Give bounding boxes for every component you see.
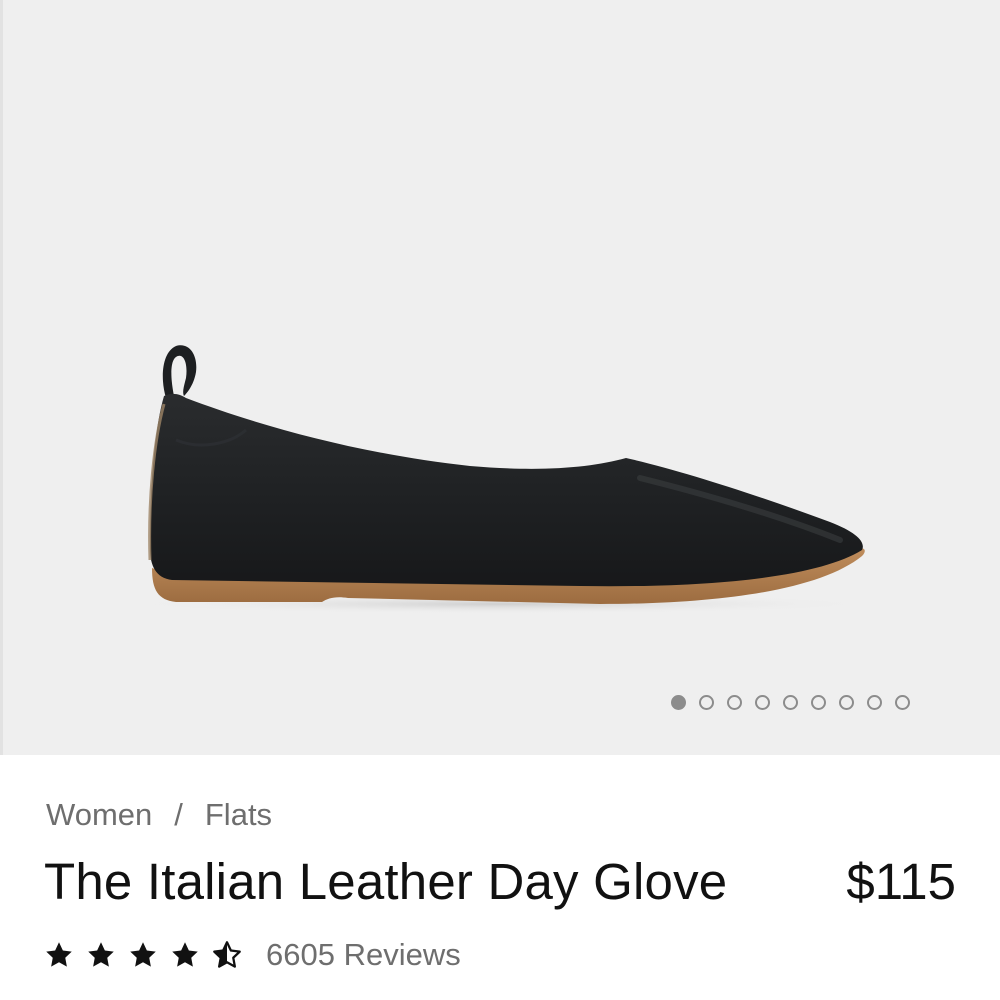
breadcrumb-separator: /	[174, 797, 183, 832]
breadcrumb-women[interactable]: Women	[46, 797, 152, 833]
carousel-dot-1[interactable]	[671, 695, 686, 710]
shoe-upper	[150, 393, 863, 587]
carousel-dot-6[interactable]	[811, 695, 826, 710]
breadcrumb: Women / Flats	[46, 797, 272, 833]
star-icon	[88, 942, 114, 967]
product-image-gallery[interactable]	[0, 0, 1000, 755]
breadcrumb-flats[interactable]: Flats	[205, 797, 272, 833]
carousel-dot-7[interactable]	[839, 695, 854, 710]
carousel-dot-4[interactable]	[755, 695, 770, 710]
star-half-icon	[213, 941, 241, 968]
carousel-dot-2[interactable]	[699, 695, 714, 710]
star-icon	[46, 942, 72, 967]
reviews-link[interactable]: 6605 Reviews	[266, 937, 461, 973]
rating-stars	[44, 940, 242, 970]
product-price: $115	[846, 853, 956, 910]
product-image	[120, 345, 880, 614]
carousel-dots	[671, 695, 910, 710]
star-icon	[172, 942, 198, 967]
carousel-dot-5[interactable]	[783, 695, 798, 710]
carousel-dot-3[interactable]	[727, 695, 742, 710]
product-page: Women / Flats The Italian Leather Day Gl…	[0, 0, 1000, 1000]
heel-pull-tab	[162, 345, 197, 398]
carousel-dot-8[interactable]	[867, 695, 882, 710]
product-title: The Italian Leather Day Glove	[44, 853, 728, 910]
carousel-dot-9[interactable]	[895, 695, 910, 710]
rating-summary[interactable]: 6605 Reviews	[44, 937, 461, 973]
star-icon	[130, 942, 156, 967]
